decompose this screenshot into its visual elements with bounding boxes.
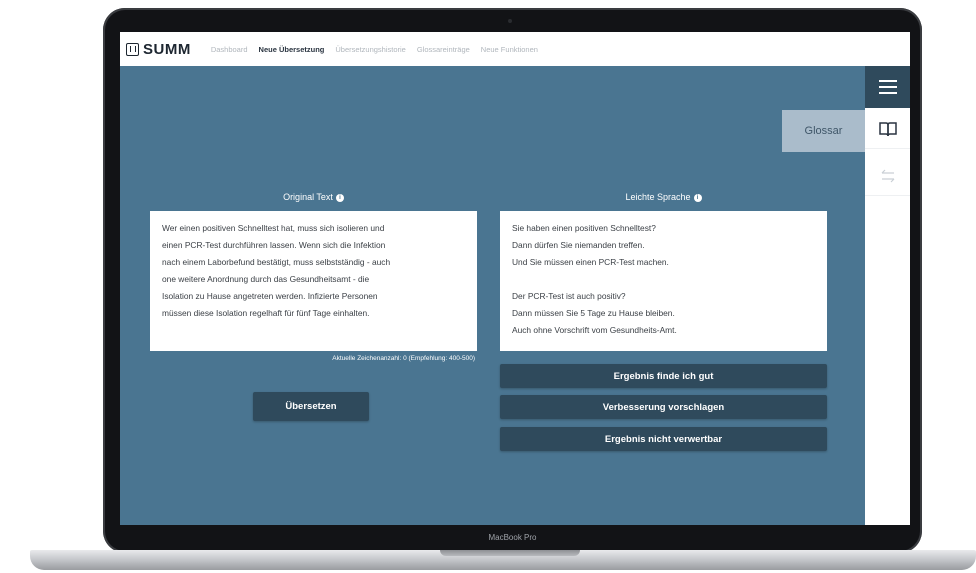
original-line: Isolation zu Hause angetreten werden. In… xyxy=(162,291,378,301)
nav-neue-uebersetzung[interactable]: Neue Übersetzung xyxy=(259,45,325,54)
result-unusable-button[interactable]: Ergebnis nicht verwertbar xyxy=(500,427,827,451)
output-line: Dann dürfen Sie niemanden treffen. xyxy=(512,240,645,250)
leichte-sprache-title: Leichte Sprache xyxy=(625,192,691,202)
result-unusable-label: Ergebnis nicht verwertbar xyxy=(604,433,723,445)
feedback-good-label: Ergebnis finde ich gut xyxy=(613,370,714,382)
original-line: nach einem Laborbefund bestätigt, muss s… xyxy=(162,257,391,267)
output-line: Auch ohne Vorschrift vom Gesundheits-Amt… xyxy=(512,325,677,335)
output-line: Der PCR-Test ist auch positiv? xyxy=(512,291,626,301)
top-navigation-bar: SUMM Dashboard Neue Übersetzung Übersetz… xyxy=(120,32,910,66)
book-icon xyxy=(878,122,897,137)
leichte-sprache-output[interactable]: Sie haben einen positiven Schnelltest? D… xyxy=(500,211,827,351)
glossar-label: Glossar xyxy=(804,125,843,137)
info-icon[interactable]: i xyxy=(335,193,344,202)
swap-button[interactable] xyxy=(865,157,910,196)
original-line: Wer einen positiven Schnelltest hat, mus… xyxy=(162,223,385,233)
glossar-button[interactable] xyxy=(865,110,910,149)
output-line: Sie haben einen positiven Schnelltest? xyxy=(512,223,656,233)
original-text-title: Original Text xyxy=(283,192,333,202)
output-line xyxy=(512,271,815,288)
nav-neue-funktionen[interactable]: Neue Funktionen xyxy=(481,45,538,54)
original-line: one weitere Anordnung durch das Gesundhe… xyxy=(162,274,370,284)
app-screen: SUMM Dashboard Neue Übersetzung Übersetz… xyxy=(120,32,910,525)
translate-button[interactable]: Übersetzen xyxy=(253,392,369,421)
output-line: Und Sie müssen einen PCR-Test machen. xyxy=(512,257,669,267)
device-label: MacBook Pro xyxy=(488,533,537,542)
nav-glossareintraege[interactable]: Glossareinträge xyxy=(417,45,470,54)
translate-button-label: Übersetzen xyxy=(285,401,337,412)
brand-logo[interactable]: SUMM xyxy=(126,41,191,58)
glossar-flyout-tab[interactable]: Glossar xyxy=(782,110,865,152)
swap-arrows-icon xyxy=(881,169,894,183)
feedback-good-button[interactable]: Ergebnis finde ich gut xyxy=(500,364,827,388)
nav-dashboard[interactable]: Dashboard xyxy=(211,45,248,54)
leichte-sprache-heading: Leichte Sprache i xyxy=(500,192,827,202)
sidebar-menu-button[interactable] xyxy=(865,66,910,108)
hamburger-menu-icon xyxy=(878,80,897,94)
summ-logo-icon xyxy=(126,42,139,56)
output-line: Dann müssen Sie 5 Tage zu Hause bleiben. xyxy=(512,308,675,318)
brand-name: SUMM xyxy=(143,40,191,58)
nav-uebersetzungshistorie[interactable]: Übersetzungshistorie xyxy=(335,45,405,54)
suggest-improvement-label: Verbesserung vorschlagen xyxy=(602,401,725,413)
webcam xyxy=(508,19,512,23)
original-text-heading: Original Text i xyxy=(150,192,477,202)
original-line: einen PCR-Test durchführen lassen. Wenn … xyxy=(162,240,386,250)
main-nav: Dashboard Neue Übersetzung Übersetzungsh… xyxy=(211,45,549,54)
character-count: Aktuelle Zeichenanzahl: 0 (Empfehlung: 4… xyxy=(332,355,475,362)
original-text-input[interactable]: Wer einen positiven Schnelltest hat, mus… xyxy=(150,211,477,351)
info-icon[interactable]: i xyxy=(693,193,702,202)
laptop-notch xyxy=(440,550,580,556)
suggest-improvement-button[interactable]: Verbesserung vorschlagen xyxy=(500,395,827,419)
original-line: müssen diese Isolation regelhaft für fün… xyxy=(162,308,370,318)
